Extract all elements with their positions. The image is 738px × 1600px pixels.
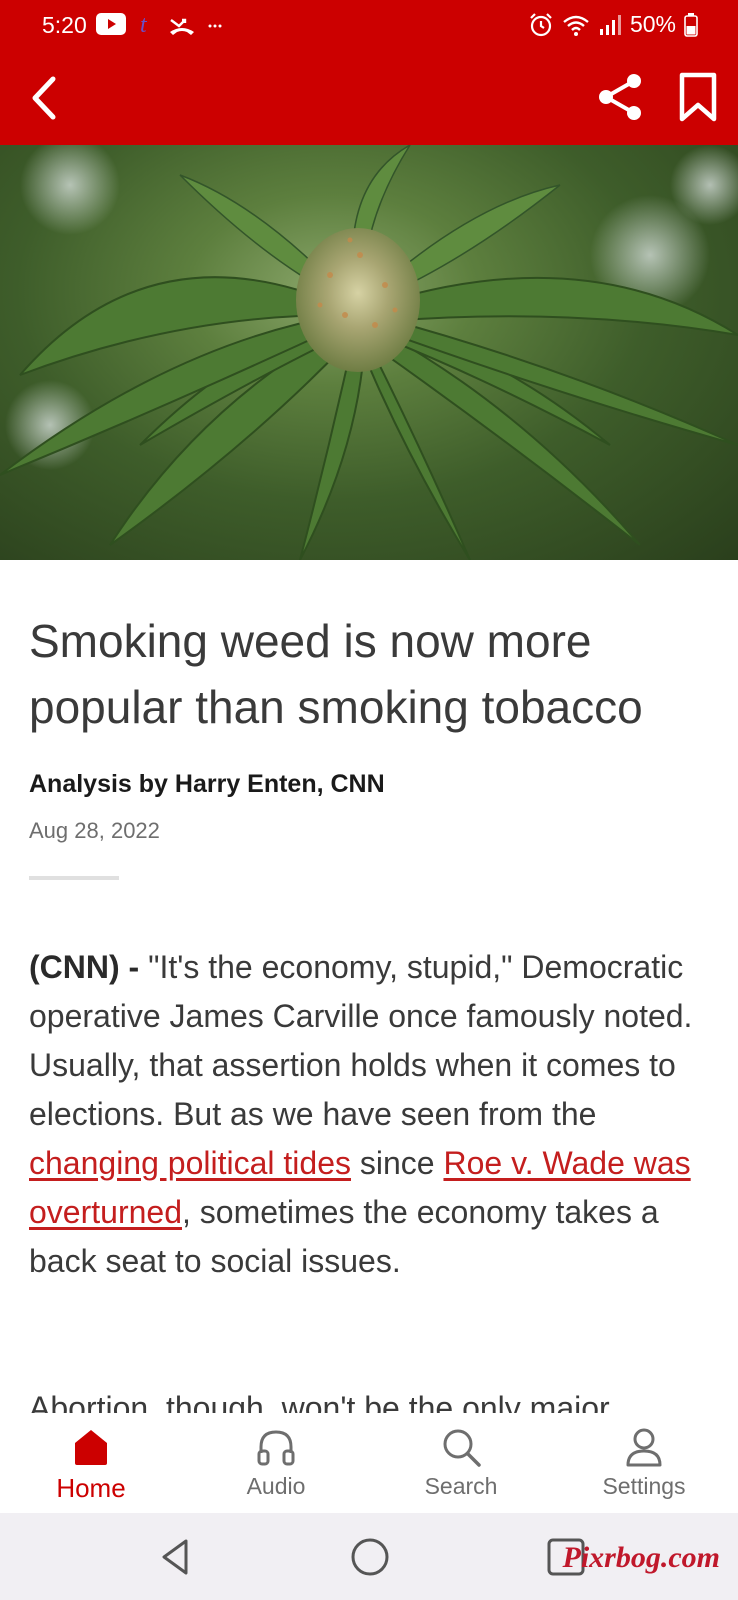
- status-time: 5:20: [42, 12, 87, 38]
- home-icon: [75, 1430, 107, 1465]
- article-paragraph-partial: Abortion, though, won't be the only majo…: [29, 1390, 729, 1414]
- article-date: Aug 28, 2022: [29, 818, 160, 843]
- tab-search-label: Search: [424, 1473, 498, 1499]
- header: 5:20 t 50%: [0, 0, 738, 145]
- bookmark-icon[interactable]: [672, 71, 724, 123]
- alarm-icon: [530, 12, 552, 36]
- watermark: Pixrbog.com: [562, 1541, 721, 1574]
- tumblr-icon: t: [140, 12, 148, 37]
- person-icon: [626, 1428, 662, 1467]
- notification-icons: t: [96, 11, 222, 37]
- headphones-icon: [257, 1430, 295, 1466]
- back-arrow-icon[interactable]: [22, 73, 72, 123]
- link-changing-political-tides[interactable]: changing political tides: [29, 1145, 351, 1181]
- battery-percent: 50%: [629, 11, 676, 37]
- article-paragraph: (CNN) - "It's the economy, stupid," Demo…: [29, 943, 719, 1286]
- svg-text:t: t: [140, 12, 148, 37]
- search-icon: [443, 1429, 481, 1467]
- hero-image: [0, 145, 738, 560]
- signal-icon: [599, 14, 621, 35]
- system-nav-bar: Pixrbog.com: [0, 1513, 738, 1600]
- tab-audio[interactable]: Audio: [201, 1413, 351, 1513]
- tab-search[interactable]: Search: [386, 1413, 536, 1513]
- bottom-tab-bar: Home Audio Search Settings: [0, 1413, 738, 1513]
- battery-icon: [684, 12, 698, 37]
- status-bar: 5:20 t 50%: [0, 0, 738, 50]
- tab-home-label: Home: [56, 1473, 126, 1503]
- article-headline: Smoking weed is now more popular than sm…: [29, 615, 643, 733]
- share-icon[interactable]: [594, 71, 646, 123]
- paragraph-text-2: since: [350, 1145, 444, 1181]
- app-bar: [0, 55, 738, 145]
- tab-home[interactable]: Home: [16, 1413, 166, 1513]
- missed-call-icon: [170, 18, 194, 35]
- paragraph-2-text: Abortion, though, won't be the only majo…: [29, 1390, 610, 1414]
- more-dots-icon: [208, 24, 222, 28]
- back-triangle-icon[interactable]: [152, 1533, 200, 1581]
- wifi-icon: [563, 15, 589, 36]
- home-circle-icon[interactable]: [346, 1533, 394, 1581]
- tab-audio-label: Audio: [246, 1473, 306, 1499]
- divider: [29, 876, 119, 880]
- article-byline: Analysis by Harry Enten, CNN: [29, 770, 385, 798]
- cannabis-plant-image: [0, 145, 738, 560]
- tab-settings-label: Settings: [602, 1473, 686, 1499]
- dateline: (CNN) -: [29, 949, 140, 985]
- system-status-icons: 50%: [528, 11, 698, 38]
- youtube-icon: [96, 13, 126, 35]
- tab-settings[interactable]: Settings: [569, 1413, 719, 1513]
